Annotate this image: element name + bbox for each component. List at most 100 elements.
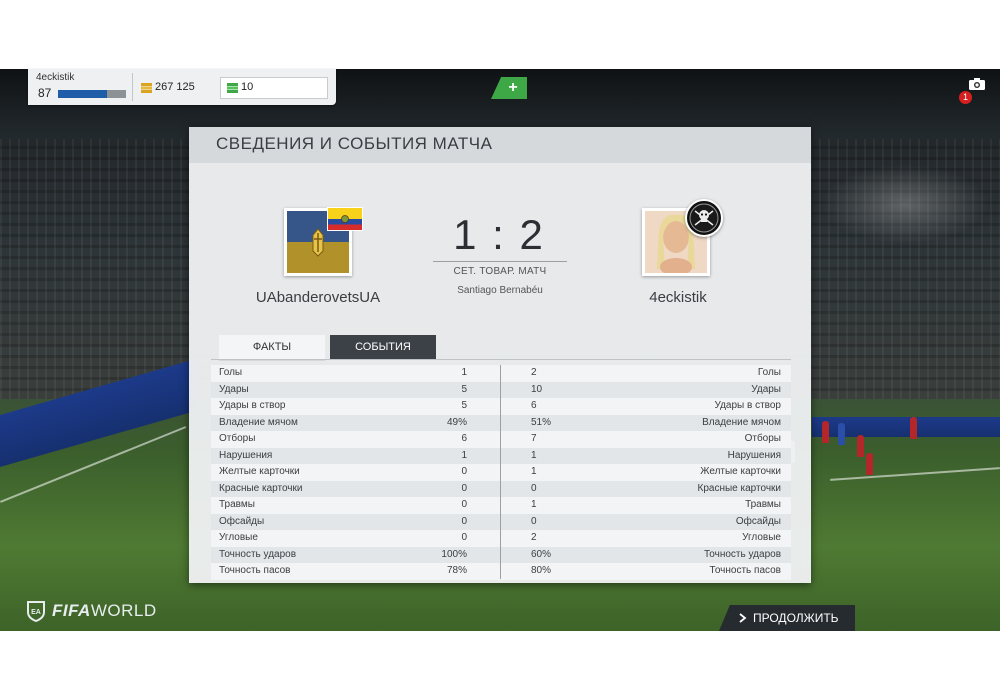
camera-icon[interactable] [969, 78, 985, 90]
home-stat-label: Удары в створ [219, 400, 286, 411]
stats-center-divider [500, 365, 501, 579]
away-stat-value: 2 [531, 532, 537, 543]
home-stat-value: 0 [461, 532, 467, 543]
away-stat-label: Владение мячом [702, 416, 781, 428]
match-stats-table: Голы 1 2 Голы Удары 5 10 Удары Удары в створ 5 6 Уд… [211, 365, 791, 580]
orlando-pirates-crest-icon [685, 199, 723, 237]
home-stat-value: 0 [461, 499, 467, 510]
stat-row: Голы 1 2 Голы [211, 365, 791, 382]
tab-facts[interactable]: ФАКТЫ [219, 335, 325, 361]
home-stat-value: 49% [446, 416, 467, 428]
away-stat-label: Голы [757, 367, 781, 378]
away-stat-value: 1 [531, 449, 537, 461]
home-stat-label: Удары [219, 383, 249, 395]
away-stat-value: 6 [531, 400, 537, 411]
stat-row: Удары в створ 5 6 Удары в створ [211, 398, 791, 415]
stat-row: Травмы 0 1 Травмы [211, 497, 791, 514]
stat-row: Угловые 0 2 Угловые [211, 530, 791, 547]
home-stat-value: 5 [461, 383, 467, 395]
stat-row: Красные карточки 0 0 Красные карточки [211, 480, 791, 497]
svg-text:EA: EA [31, 609, 41, 616]
home-stat-value: 100% [441, 548, 467, 560]
match-summary-panel: СВЕДЕНИЯ И СОБЫТИЯ МАТЧА 1 : 2 СЕТ. ТОВА… [189, 127, 811, 583]
home-stat-value: 0 [461, 482, 467, 494]
player-red [857, 435, 864, 457]
coin-icon [141, 83, 152, 93]
away-stat-value: 10 [531, 383, 543, 395]
panel-header: СВЕДЕНИЯ И СОБЫТИЯ МАТЧА [189, 127, 811, 163]
away-stat-value: 2 [531, 367, 537, 378]
stat-row: Желтые карточки 0 1 Желтые карточки [211, 464, 791, 481]
home-team-name: UAbanderovetsUA [255, 289, 381, 306]
home-stat-label: Владение мячом [219, 416, 298, 428]
away-stat-value: 1 [531, 466, 537, 477]
away-team-name: 4eckistik [649, 289, 707, 306]
plus-icon: + [508, 79, 518, 96]
tabs-divider [211, 359, 791, 360]
home-stat-value: 5 [461, 400, 467, 411]
away-stat-label: Отборы [744, 433, 781, 444]
home-stat-label: Угловые [219, 532, 258, 543]
away-stat-label: Угловые [742, 532, 781, 543]
home-stat-label: Травмы [219, 499, 255, 510]
logo-text-bold: FIFA [52, 601, 91, 620]
pitch-line [830, 467, 1000, 481]
chevron-right-icon [739, 613, 747, 623]
ecuador-flag-icon [327, 207, 363, 231]
stat-row: Отборы 6 7 Отборы [211, 431, 791, 448]
divider [132, 73, 133, 101]
home-stat-label: Красные карточки [219, 482, 303, 494]
user-name: 4eckistik [36, 72, 75, 83]
fifa-points-balance: 10 [241, 81, 254, 93]
away-stat-label: Удары в створ [714, 400, 782, 411]
home-stat-label: Офсайды [219, 515, 265, 527]
stat-row: Удары 5 10 Удары [211, 381, 791, 398]
stat-row: Точность пасов 78% 80% Точность пасов [211, 563, 791, 580]
stat-row: Владение мячом 49% 51% Владение мячом [211, 414, 791, 431]
stat-row: Офсайды 0 0 Офсайды [211, 513, 791, 530]
score-underline [433, 261, 567, 262]
continue-label: ПРОДОЛЖИТЬ [753, 611, 839, 625]
away-stat-label: Удары [751, 383, 781, 395]
user-level: 87 [38, 86, 52, 100]
stat-row: Нарушения 1 1 Нарушения [211, 447, 791, 464]
stat-row: Точность ударов 100% 60% Точность ударов [211, 546, 791, 563]
match-header: 1 : 2 СЕТ. ТОВАР. МАТЧ Santiago Bernabéu… [189, 163, 811, 347]
away-stat-value: 80% [531, 565, 552, 576]
away-stat-label: Красные карточки [697, 482, 781, 494]
home-stat-value: 1 [461, 449, 467, 461]
away-stat-label: Нарушения [727, 449, 781, 461]
away-stat-label: Желтые карточки [700, 466, 781, 477]
home-stat-value: 0 [461, 515, 467, 527]
xp-progress-bar [58, 90, 126, 98]
away-stat-value: 60% [531, 548, 552, 560]
player-blue [838, 423, 845, 445]
home-stat-value: 78% [446, 565, 467, 576]
away-stat-value: 0 [531, 515, 537, 527]
home-stat-value: 1 [461, 367, 467, 378]
player-red [910, 417, 917, 439]
player-red [822, 421, 829, 443]
away-stat-value: 7 [531, 433, 537, 444]
ea-shield-icon: EA [27, 601, 45, 622]
away-stat-value: 51% [531, 416, 552, 428]
logo-text-light: WORLD [90, 601, 157, 620]
away-stat-label: Травмы [745, 499, 781, 510]
player-red [866, 453, 873, 475]
fifa-points-box: 10 + [220, 77, 527, 99]
match-type: СЕТ. ТОВАР. МАТЧ [453, 266, 547, 277]
continue-button[interactable]: ПРОДОЛЖИТЬ [719, 605, 855, 631]
away-stat-label: Точность ударов [703, 548, 781, 560]
home-stat-label: Желтые карточки [219, 466, 300, 477]
tab-events[interactable]: СОБЫТИЯ [330, 335, 436, 359]
notification-badge[interactable]: 1 [959, 91, 972, 104]
away-stat-label: Офсайды [735, 515, 781, 527]
fifa-points-icon [227, 83, 238, 93]
floodlight-glow [820, 164, 990, 244]
away-stat-label: Точность пасов [709, 565, 782, 576]
home-stat-label: Отборы [219, 433, 256, 444]
away-stat-value: 0 [531, 482, 537, 494]
panel-title: СВЕДЕНИЯ И СОБЫТИЯ МАТЧА [216, 134, 493, 153]
coin-balance: 267 125 [155, 81, 195, 93]
xp-progress-fill [58, 90, 107, 98]
